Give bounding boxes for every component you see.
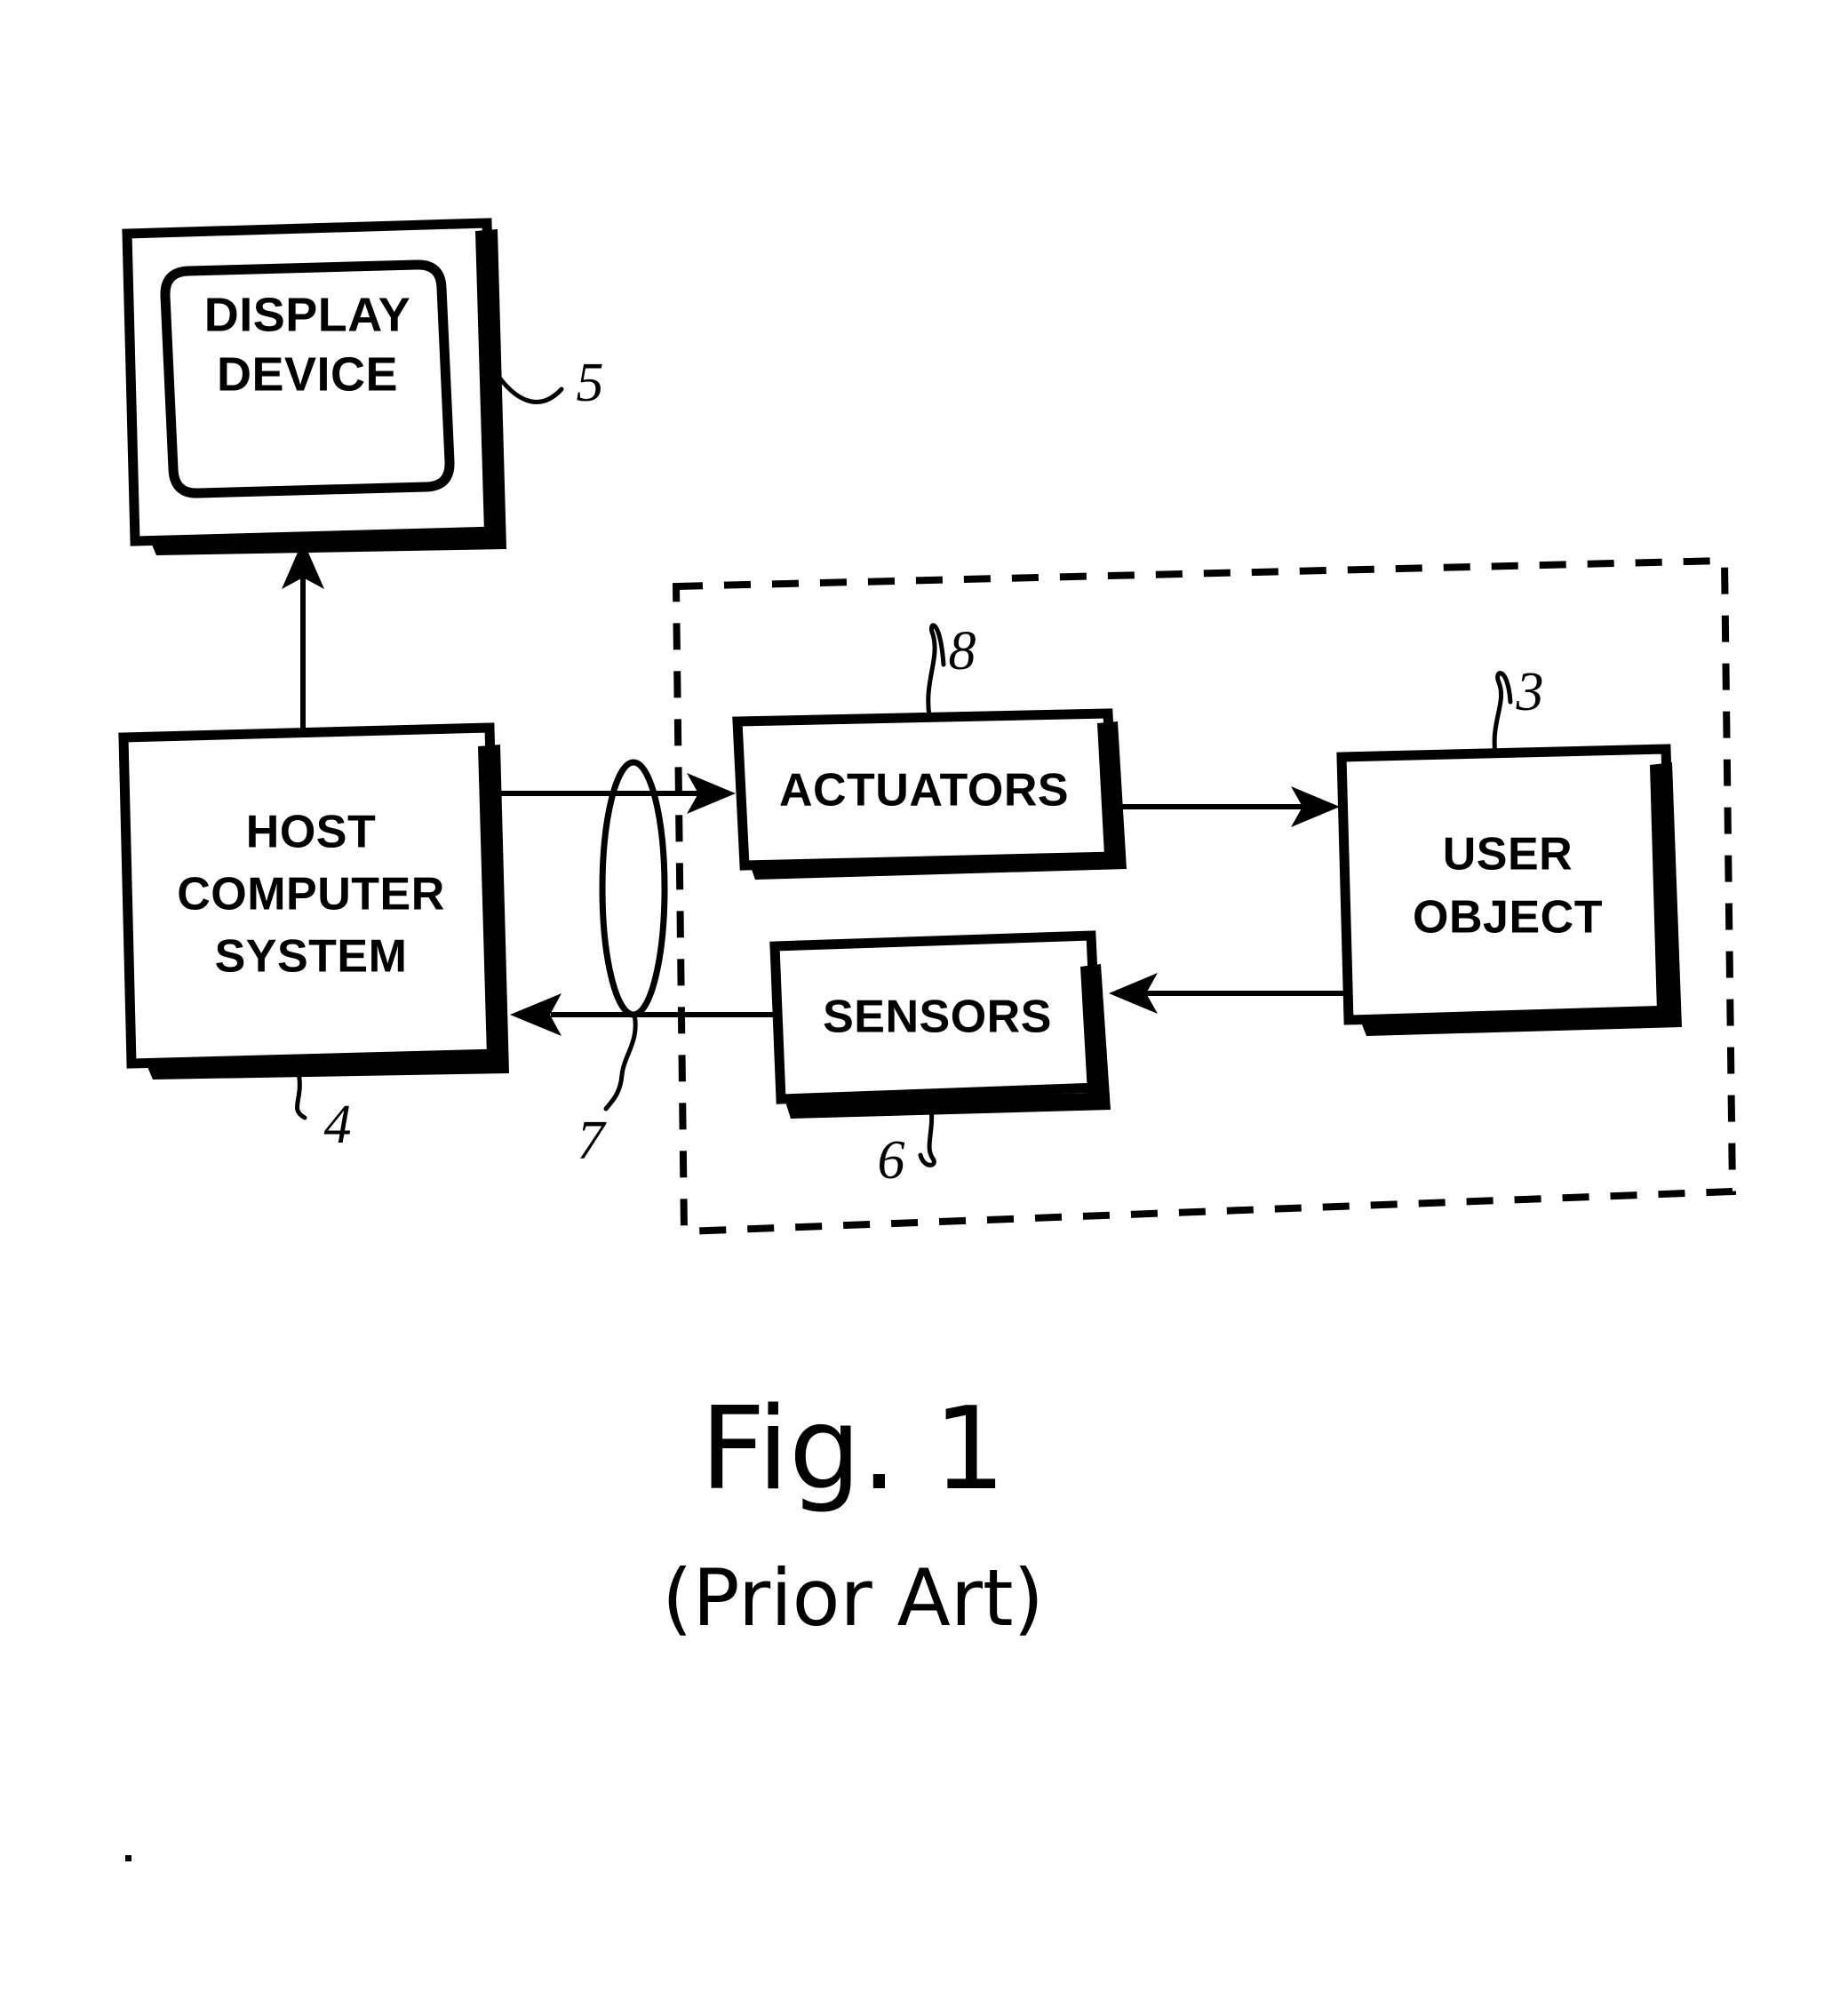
ref-3-leader-line [1492,671,1513,756]
display-device-block: DISPLAY DEVICE [122,218,506,555]
interface-ellipse [599,759,668,1018]
ref-4-number: 4 [324,1095,352,1155]
ref-4-callout: 4 [295,1070,352,1155]
sensors-label: SENSORS [823,992,1052,1043]
display-device-label-line2: DEVICE [217,347,398,401]
figure-subcaption: (Prior Art) [662,1552,1044,1644]
ref-6-number: 6 [878,1130,905,1191]
ref-5-number: 5 [577,353,604,413]
ref-5-leader-line [497,375,564,404]
ref-7-callout: 7 [578,1012,638,1171]
scan-speck [125,1855,131,1861]
actuators-block: ACTUATORS [732,708,1127,880]
ref-8-callout: 8 [926,621,976,719]
patent-figure-page: DISPLAY DEVICE 5 HOST COMPUTER SYSTEM 4 … [0,0,1848,1992]
host-computer-system-label-line3: SYSTEM [215,931,408,983]
connection-actuators-to-user-object [1113,786,1340,827]
host-computer-system-label-line1: HOST [246,807,376,858]
figure-caption: Fig. 1 [700,1383,1006,1516]
figure-canvas: DISPLAY DEVICE 5 HOST COMPUTER SYSTEM 4 … [118,218,1737,1861]
sensors-block: SENSORS [769,930,1111,1119]
ref-5-callout: 5 [497,353,604,413]
host-computer-system-block: HOST COMPUTER SYSTEM [118,722,509,1080]
ref-7-number: 7 [578,1111,608,1171]
connection-sensors-to-host [510,993,777,1036]
display-device-label-line1: DISPLAY [204,288,411,341]
ref-8-number: 8 [949,621,976,681]
connection-user-object-to-sensors [1109,973,1347,1014]
ref-8-leader-line [926,623,946,719]
ref-3-number: 3 [1516,662,1544,722]
actuators-label: ACTUATORS [779,765,1069,817]
user-object-box [1336,744,1679,1025]
connection-host-to-display [282,540,324,736]
ref-7-leader-line [603,1012,638,1112]
user-object-label-line1: USER [1443,829,1573,880]
ref-3-callout: 3 [1492,662,1544,756]
user-object-block: USER OBJECT [1336,744,1682,1036]
ref-4-leader-line [295,1070,307,1120]
host-computer-system-label-line2: COMPUTER [177,869,445,920]
user-object-label-line2: OBJECT [1413,892,1603,944]
